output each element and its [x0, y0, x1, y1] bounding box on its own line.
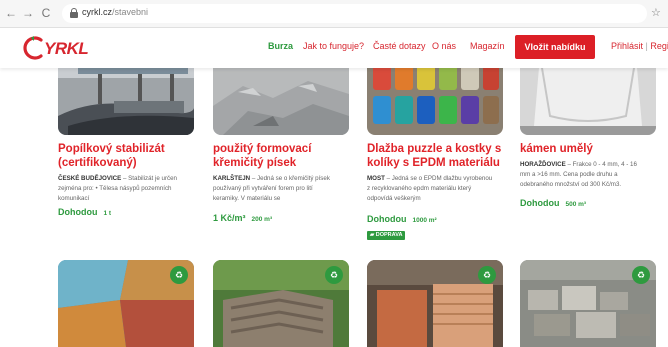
- listing-price: Dohodou 1000 m²: [367, 214, 437, 224]
- recycle-icon[interactable]: ♻: [632, 266, 650, 284]
- listing-description: HORAŽĎOVICE – Frakce 0 - 4 mm, 4 - 16 mm…: [520, 161, 637, 188]
- listing-price: Dohodou 1 t: [58, 207, 112, 217]
- recycle-icon[interactable]: ♻: [478, 266, 496, 284]
- listing-card[interactable]: použitý formovací křemičitý písek KARLŠT…: [213, 56, 349, 228]
- back-button[interactable]: ←: [3, 5, 19, 21]
- listing-card[interactable]: Dlažba puzzle a kostky s kolíky s EPDM m…: [367, 56, 503, 243]
- forward-button[interactable]: →: [20, 5, 36, 21]
- recycle-icon[interactable]: ♻: [170, 266, 188, 284]
- nav-magazin[interactable]: Magazín: [470, 41, 505, 51]
- address-bar[interactable]: cyrkl.cz/stavebni: [62, 4, 647, 23]
- register-link[interactable]: Regi: [650, 41, 668, 51]
- site-header: YRKL Burza Jak to funguje? Časté dotazy …: [0, 28, 668, 68]
- listing-price: Dohodou 500 m³: [520, 198, 587, 208]
- browser-toolbar: ← → C cyrkl.cz/stavebni ☆: [0, 0, 668, 28]
- listing-title[interactable]: kámen umělý: [520, 142, 660, 156]
- delivery-badge: ▰ DOPRAVA: [367, 231, 406, 240]
- nav-jak-to-funguje[interactable]: Jak to funguje?: [303, 41, 364, 51]
- listing-card[interactable]: kámen umělý HORAŽĎOVICE – Frakce 0 - 4 m…: [520, 56, 656, 228]
- listing-title[interactable]: použitý formovací křemičitý písek: [213, 142, 353, 170]
- lock-icon: [70, 8, 78, 18]
- auth-links: Přihlásit | Regi: [611, 41, 668, 51]
- login-link[interactable]: Přihlásit: [611, 41, 643, 51]
- listing-title[interactable]: Popílkový stabilizát (certifikovaný): [58, 142, 198, 170]
- nav-burza[interactable]: Burza: [268, 41, 293, 51]
- bookmark-star-icon[interactable]: ☆: [651, 6, 661, 19]
- url-text: cyrkl.cz/stavebni: [82, 7, 149, 17]
- listing-card[interactable]: Popílkový stabilizát (certifikovaný) ČES…: [58, 56, 194, 228]
- listing-title[interactable]: Dlažba puzzle a kostky s kolíky s EPDM m…: [367, 142, 507, 170]
- post-offer-button[interactable]: Vložit nabídku: [515, 35, 595, 59]
- logo-text: YRKL: [44, 39, 89, 58]
- listing-price: 1 Kč/m³ 200 m³: [213, 213, 273, 223]
- reload-button[interactable]: C: [38, 5, 54, 21]
- nav-o-nas[interactable]: O nás: [432, 41, 456, 51]
- listing-description: KARLŠTEJN – Jedná se o křemičitý písek p…: [213, 175, 330, 202]
- listing-description: MOST – Jedná se o EPDM dlažbu vyrobenou …: [367, 175, 493, 202]
- recycle-icon[interactable]: ♻: [325, 266, 343, 284]
- truck-icon: ▰: [370, 232, 375, 238]
- listing-description: ČESKÉ BUDĚJOVICE – Stabilizát je určen z…: [58, 175, 177, 202]
- nav-caste-dotazy[interactable]: Časté dotazy: [373, 41, 426, 51]
